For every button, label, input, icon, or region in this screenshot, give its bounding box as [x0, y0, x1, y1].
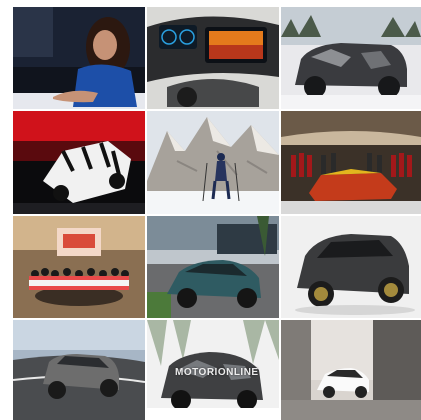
photo-grid: MOTORIONLINE	[13, 7, 421, 420]
gallery-thumbnail-suv-on-road[interactable]	[13, 320, 145, 420]
suv-on-road-image	[13, 320, 145, 420]
dark-suv-studio-image	[281, 216, 421, 318]
race-car-presentation-image	[281, 111, 421, 214]
car-dashboard-screens-image	[147, 7, 279, 109]
gallery-thumbnail-prototype-in-snowy-forest[interactable]: MOTORIONLINE	[147, 320, 279, 420]
gallery-thumbnail-race-car-presentation[interactable]	[281, 111, 421, 214]
gallery-thumbnail-car-dashboard-screens[interactable]	[147, 7, 279, 109]
woman-at-desk-image	[13, 7, 145, 109]
gallery-thumbnail-race-car-red-lights[interactable]	[13, 111, 145, 214]
skier-mountains-image	[147, 111, 279, 214]
white-car-architecture-image	[281, 320, 421, 420]
camouflaged-suv-in-snow-image	[281, 7, 421, 109]
gallery-thumbnail-white-car-architecture[interactable]	[281, 320, 421, 420]
race-car-red-lights-image	[13, 111, 145, 214]
gallery-thumbnail-dark-suv-studio[interactable]	[281, 216, 421, 318]
teal-hatchback-image	[147, 216, 279, 318]
watermark-text: MOTORIONLINE	[175, 367, 259, 378]
gallery-thumbnail-skier-mountains[interactable]	[147, 111, 279, 214]
group-photo-stage-image	[13, 216, 145, 318]
gallery-thumbnail-group-photo-stage[interactable]	[13, 216, 145, 318]
gallery-thumbnail-camouflaged-suv-in-snow[interactable]	[281, 7, 421, 109]
gallery-thumbnail-woman-at-desk[interactable]	[13, 7, 145, 109]
gallery-thumbnail-teal-hatchback[interactable]	[147, 216, 279, 318]
